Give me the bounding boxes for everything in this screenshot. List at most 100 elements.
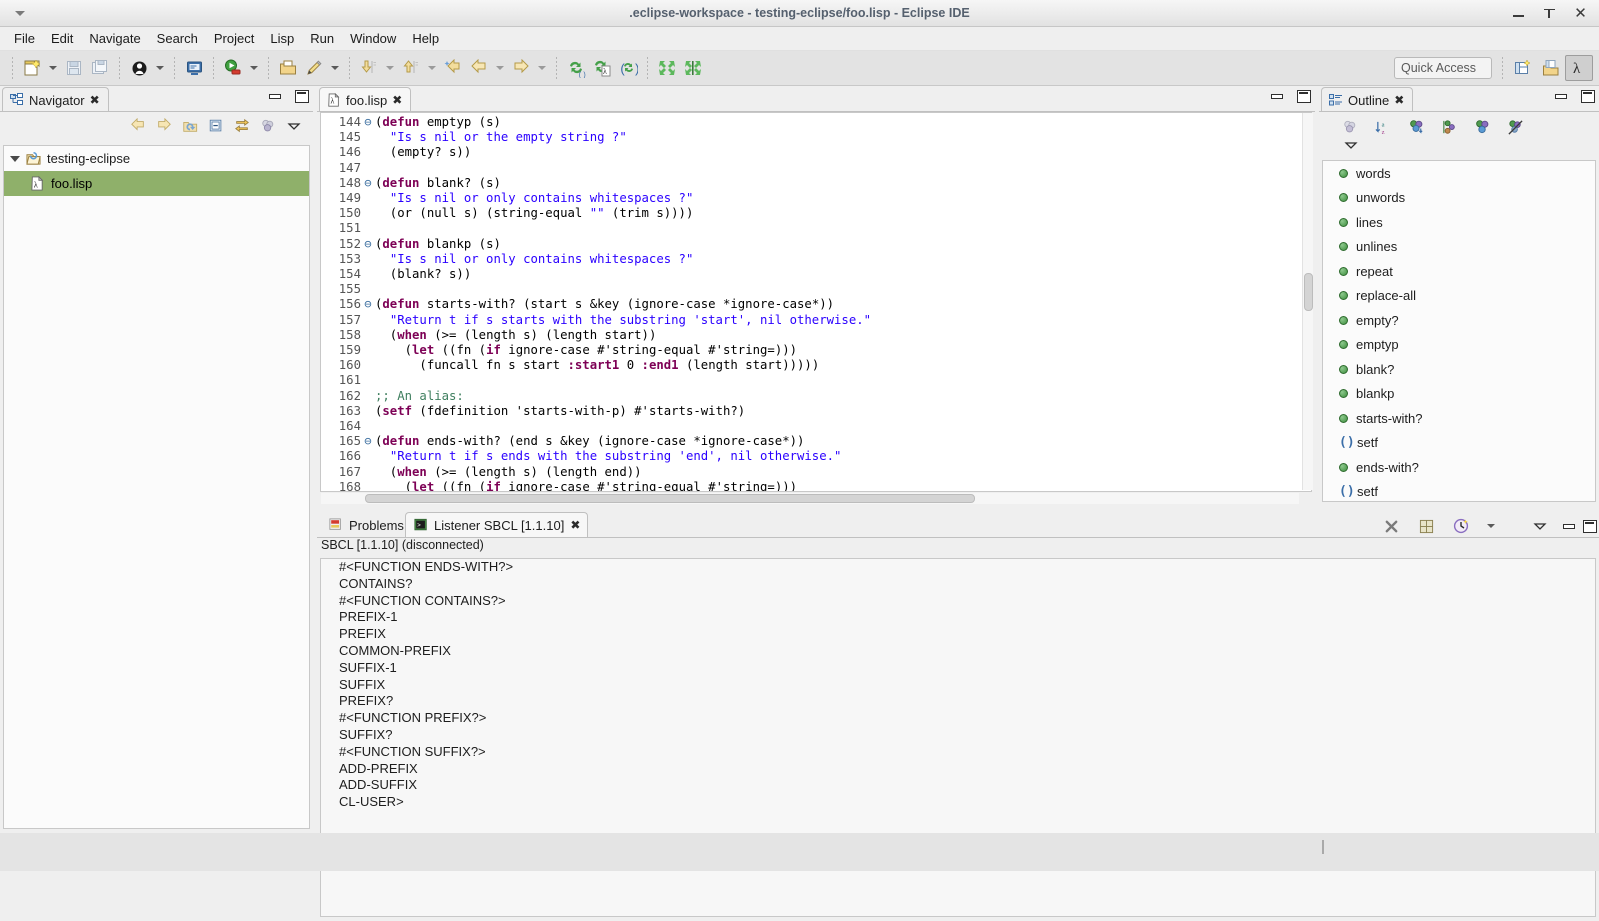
tab-navigator[interactable]: Navigator ✖ xyxy=(2,87,109,112)
compile-file-icon[interactable]: λ xyxy=(589,55,615,81)
view-menu-icon[interactable] xyxy=(281,113,307,139)
next-annotation-dropdown-arrow[interactable] xyxy=(382,55,398,81)
last-edit-location-icon[interactable] xyxy=(440,55,466,81)
forward-dropdown-arrow[interactable] xyxy=(534,55,550,81)
menu-file[interactable]: File xyxy=(6,29,43,48)
navigator-minimize-button[interactable] xyxy=(268,90,281,102)
window-minimize-button[interactable] xyxy=(1512,7,1525,20)
outline-minimize-button[interactable] xyxy=(1554,90,1567,102)
hide-nonpublic-icon[interactable] xyxy=(1469,114,1495,140)
menu-project[interactable]: Project xyxy=(206,29,262,48)
terminate-icon[interactable] xyxy=(1378,513,1404,539)
new-perspective-icon[interactable] xyxy=(1509,55,1537,81)
open-perspective-icon[interactable] xyxy=(1537,55,1565,81)
link-with-editor-icon[interactable] xyxy=(229,113,255,139)
outline-item[interactable]: replace-all xyxy=(1323,284,1595,309)
window-maximize-button[interactable] xyxy=(1543,7,1556,20)
filter-icon[interactable] xyxy=(255,113,281,139)
outline-item[interactable]: unlines xyxy=(1323,235,1595,260)
menu-help[interactable]: Help xyxy=(404,29,447,48)
menu-window[interactable]: Window xyxy=(342,29,404,48)
navigator-tree[interactable]: testing-eclipse λ foo.lisp xyxy=(3,145,310,829)
outline-item[interactable]: starts-with? xyxy=(1323,406,1595,431)
code-editor[interactable]: 144 ⊖ (defun emptyp (s) 145 "Is s nil or t… xyxy=(320,112,1312,492)
editor-minimize-button[interactable] xyxy=(1270,90,1283,102)
outline-item[interactable]: empty? xyxy=(1323,308,1595,333)
tab-problems[interactable]: Problems xyxy=(321,512,412,538)
save-icon[interactable] xyxy=(61,55,87,81)
close-icon[interactable]: ✖ xyxy=(1394,93,1404,107)
menu-run[interactable]: Run xyxy=(302,29,342,48)
compile-form-icon[interactable]: () xyxy=(563,55,589,81)
back-icon[interactable] xyxy=(125,113,151,139)
close-icon[interactable]: ✖ xyxy=(392,93,402,107)
forward-icon[interactable] xyxy=(508,55,534,81)
previous-annotation-icon[interactable] xyxy=(398,55,424,81)
outline-list[interactable]: words unwords lines unlines repeat replace-al… xyxy=(1322,160,1596,502)
editor-vertical-scroll-thumb[interactable] xyxy=(1304,273,1313,311)
view-menu-icon[interactable] xyxy=(1527,513,1553,539)
editor-horizontal-scroll-thumb[interactable] xyxy=(365,494,975,503)
tab-outline[interactable]: Outline ✖ xyxy=(1321,87,1414,112)
tree-item-foo-lisp[interactable]: λ foo.lisp xyxy=(4,171,309,196)
debug-icon[interactable] xyxy=(126,55,152,81)
restore-icon[interactable] xyxy=(680,55,706,81)
outline-item[interactable]: lines xyxy=(1323,210,1595,235)
edit-icon[interactable] xyxy=(301,55,327,81)
forward-icon[interactable] xyxy=(151,113,177,139)
new-wizard-dropdown-arrow[interactable] xyxy=(45,55,61,81)
console-minimize-button[interactable] xyxy=(1562,520,1575,532)
view-menu-icon[interactable] xyxy=(1343,139,1359,151)
outline-item[interactable]: ends-with? xyxy=(1323,455,1595,480)
back-icon[interactable] xyxy=(466,55,492,81)
open-console-icon[interactable] xyxy=(181,55,207,81)
edit-dropdown-arrow[interactable] xyxy=(327,55,343,81)
menu-navigate[interactable]: Navigate xyxy=(81,29,148,48)
scheduled-icon[interactable] xyxy=(1448,513,1474,539)
close-icon[interactable]: ✖ xyxy=(90,93,100,107)
window-close-button[interactable]: ✕ xyxy=(1574,6,1587,21)
up-icon[interactable] xyxy=(177,113,203,139)
source-code[interactable]: 144 ⊖ (defun emptyp (s) 145 "Is s nil or t… xyxy=(321,113,1311,491)
editor-horizontal-scrollbar[interactable] xyxy=(321,493,1299,504)
collapse-all-icon[interactable] xyxy=(203,113,229,139)
outline-item[interactable]: () setf xyxy=(1323,480,1595,502)
save-all-icon[interactable] xyxy=(87,55,113,81)
outline-item[interactable]: repeat xyxy=(1323,259,1595,284)
hide-fields-icon[interactable] xyxy=(1403,114,1429,140)
outline-item[interactable]: blank? xyxy=(1323,357,1595,382)
tree-item-project[interactable]: testing-eclipse xyxy=(4,146,309,171)
outline-item[interactable]: emptyp xyxy=(1323,333,1595,358)
sort-icon[interactable]: a z xyxy=(1370,114,1396,140)
outline-item[interactable]: words xyxy=(1323,161,1595,186)
editor-vertical-scrollbar[interactable] xyxy=(1302,113,1313,490)
run-dropdown-arrow[interactable] xyxy=(246,55,262,81)
open-type-icon[interactable] xyxy=(275,55,301,81)
close-icon[interactable]: ✖ xyxy=(570,518,580,532)
console-maximize-button[interactable] xyxy=(1583,520,1597,533)
filter-icon[interactable] xyxy=(1337,114,1363,140)
hide-static-icon[interactable] xyxy=(1436,114,1462,140)
chevron-down-icon[interactable] xyxy=(10,155,20,162)
new-console-icon[interactable] xyxy=(1413,513,1439,539)
outline-item[interactable]: blankp xyxy=(1323,382,1595,407)
outline-item[interactable]: () setf xyxy=(1323,431,1595,456)
menu-lisp[interactable]: Lisp xyxy=(262,29,302,48)
new-wizard-icon[interactable] xyxy=(19,55,45,81)
outline-item[interactable]: unwords xyxy=(1323,186,1595,211)
menu-search[interactable]: Search xyxy=(149,29,206,48)
eval-expression-icon[interactable]: ( ) xyxy=(615,55,641,81)
next-annotation-icon[interactable] xyxy=(356,55,382,81)
outline-maximize-button[interactable] xyxy=(1581,90,1595,103)
quick-access-input[interactable]: Quick Access xyxy=(1394,57,1492,79)
hide-local-types-icon[interactable] xyxy=(1502,114,1528,140)
console-menu-arrow-icon[interactable] xyxy=(1483,513,1499,539)
menu-edit[interactable]: Edit xyxy=(43,29,81,48)
navigator-maximize-button[interactable] xyxy=(295,90,309,103)
debug-dropdown-arrow[interactable] xyxy=(152,55,168,81)
run-icon[interactable] xyxy=(220,55,246,81)
editor-maximize-button[interactable] xyxy=(1297,90,1311,103)
tab-listener-sbcl[interactable]: > Listener SBCL [1.1.10] ✖ xyxy=(405,512,589,538)
expand-all-icon[interactable] xyxy=(654,55,680,81)
lisp-perspective-icon[interactable]: λ xyxy=(1565,55,1593,81)
